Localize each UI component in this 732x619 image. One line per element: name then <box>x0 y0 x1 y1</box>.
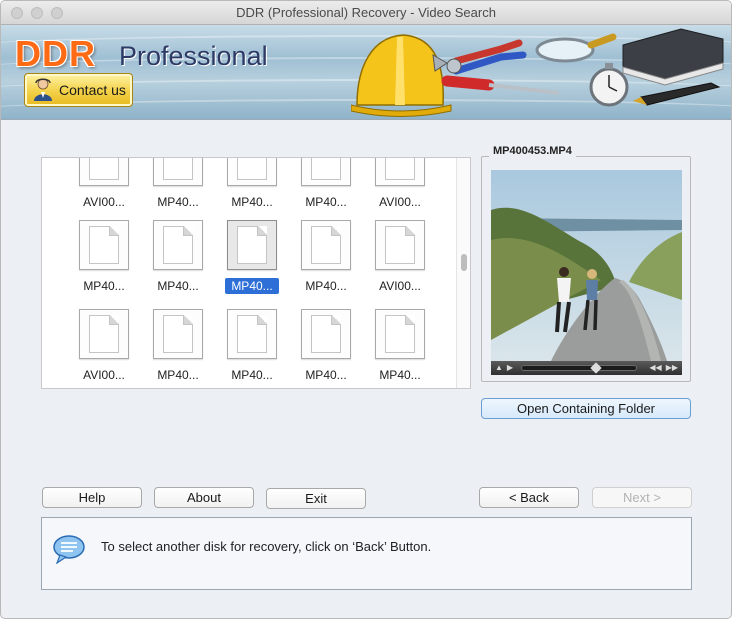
contact-us-label: Contact us <box>59 82 126 98</box>
document-icon <box>237 226 267 264</box>
fountain-pen-icon <box>633 82 721 106</box>
file-tile[interactable]: MP40... <box>216 220 288 295</box>
screwdriver-icon <box>441 75 560 95</box>
file-tile[interactable]: MP40... <box>290 309 362 384</box>
tools-illustration <box>351 28 724 117</box>
file-grid-panel[interactable]: AVI00... MP40... MP40... MP40... AVI00... MP4… <box>41 157 471 389</box>
file-tile[interactable]: MP40... <box>216 309 288 384</box>
status-panel: To select another disk for recovery, cli… <box>41 517 692 590</box>
play-icon[interactable]: ▶ <box>507 361 513 375</box>
file-tile[interactable]: AVI00... <box>364 158 436 211</box>
brand-edition: Professional <box>119 41 268 71</box>
stopwatch-icon <box>589 63 629 107</box>
file-label: MP40... <box>231 195 273 209</box>
hard-hat-icon <box>351 34 452 117</box>
file-thumbnail[interactable] <box>227 158 277 186</box>
file-thumbnail[interactable] <box>301 309 351 359</box>
file-label: MP40... <box>379 368 421 382</box>
header-banner: DDR Professional Contact us <box>1 25 731 120</box>
file-label: MP40... <box>157 368 199 382</box>
file-label: MP40... <box>305 368 347 382</box>
file-label: MP40... <box>305 195 347 209</box>
seek-knob[interactable] <box>590 362 602 374</box>
magnifier-icon <box>535 33 617 63</box>
about-button[interactable]: About <box>154 487 254 508</box>
book-icon <box>622 28 724 86</box>
file-thumbnail[interactable] <box>153 220 203 270</box>
message-bubble-icon <box>53 535 85 564</box>
open-containing-folder-button[interactable]: Open Containing Folder <box>481 398 691 419</box>
document-icon <box>385 158 415 180</box>
file-tile[interactable]: AVI00... <box>364 220 436 295</box>
file-label: MP40... <box>157 195 199 209</box>
file-thumbnail[interactable] <box>153 309 203 359</box>
file-thumbnail[interactable] <box>301 158 351 186</box>
file-label: AVI00... <box>379 195 421 209</box>
file-tile[interactable]: MP40... <box>290 158 362 211</box>
file-tile[interactable]: MP40... <box>364 309 436 384</box>
file-thumbnail[interactable] <box>79 158 129 186</box>
file-label: MP40... <box>225 278 279 294</box>
title-bar: DDR (Professional) Recovery - Video Sear… <box>1 1 731 25</box>
fast-forward-icon[interactable]: ▶▶ <box>666 361 678 375</box>
document-icon <box>163 226 193 264</box>
scrollbar-thumb[interactable] <box>461 254 467 271</box>
document-icon <box>311 315 341 353</box>
support-person-icon <box>33 78 53 102</box>
file-thumbnail[interactable] <box>153 158 203 186</box>
preview-filename: MP400453.MP4 <box>489 145 576 157</box>
file-tile[interactable]: MP40... <box>68 220 140 295</box>
document-icon <box>237 158 267 180</box>
window-title: DDR (Professional) Recovery - Video Sear… <box>236 5 496 20</box>
file-tile[interactable]: MP40... <box>142 158 214 211</box>
file-thumbnail[interactable] <box>79 220 129 270</box>
contact-us-button[interactable]: Contact us <box>24 73 133 107</box>
file-thumbnail[interactable] <box>375 220 425 270</box>
document-icon <box>311 226 341 264</box>
next-button[interactable]: Next > <box>592 487 692 508</box>
video-player-controls: ▲ ▶ ◀◀ ▶▶ <box>491 361 682 375</box>
file-label: AVI00... <box>379 279 421 293</box>
document-icon <box>163 158 193 180</box>
file-label: MP40... <box>83 279 125 293</box>
pliers-icon <box>432 39 527 75</box>
file-label: AVI00... <box>83 368 125 382</box>
back-button[interactable]: < Back <box>479 487 579 508</box>
document-icon <box>89 158 119 180</box>
rewind-icon[interactable]: ◀◀ <box>649 361 661 375</box>
document-icon <box>385 315 415 353</box>
file-thumbnail[interactable] <box>227 309 277 359</box>
file-label: AVI00... <box>83 195 125 209</box>
app-window: DDR (Professional) Recovery - Video Sear… <box>0 0 732 619</box>
file-thumbnail[interactable] <box>227 220 277 270</box>
file-tile[interactable]: MP40... <box>290 220 362 295</box>
brand-logo: DDR <box>15 33 96 74</box>
file-tile[interactable]: AVI00... <box>68 158 140 211</box>
file-label: MP40... <box>305 279 347 293</box>
document-icon <box>237 315 267 353</box>
file-thumbnail[interactable] <box>79 309 129 359</box>
file-thumbnail[interactable] <box>375 309 425 359</box>
volume-icon[interactable]: ▲ <box>495 361 503 375</box>
help-button[interactable]: Help <box>42 487 142 508</box>
document-icon <box>311 158 341 180</box>
status-message: To select another disk for recovery, cli… <box>101 539 432 554</box>
document-icon <box>89 315 119 353</box>
file-label: MP40... <box>231 368 273 382</box>
file-thumbnail[interactable] <box>301 220 351 270</box>
file-tile[interactable]: MP40... <box>142 309 214 384</box>
video-preview[interactable] <box>491 170 682 361</box>
document-icon <box>89 226 119 264</box>
file-tile[interactable]: AVI00... <box>68 309 140 384</box>
seek-bar[interactable] <box>521 362 638 374</box>
exit-button[interactable]: Exit <box>266 488 366 509</box>
file-label: MP40... <box>157 279 199 293</box>
document-icon <box>385 226 415 264</box>
document-icon <box>163 315 193 353</box>
file-tile[interactable]: MP40... <box>216 158 288 211</box>
file-thumbnail[interactable] <box>375 158 425 186</box>
file-grid-scrollbar[interactable] <box>456 158 470 388</box>
file-tile[interactable]: MP40... <box>142 220 214 295</box>
